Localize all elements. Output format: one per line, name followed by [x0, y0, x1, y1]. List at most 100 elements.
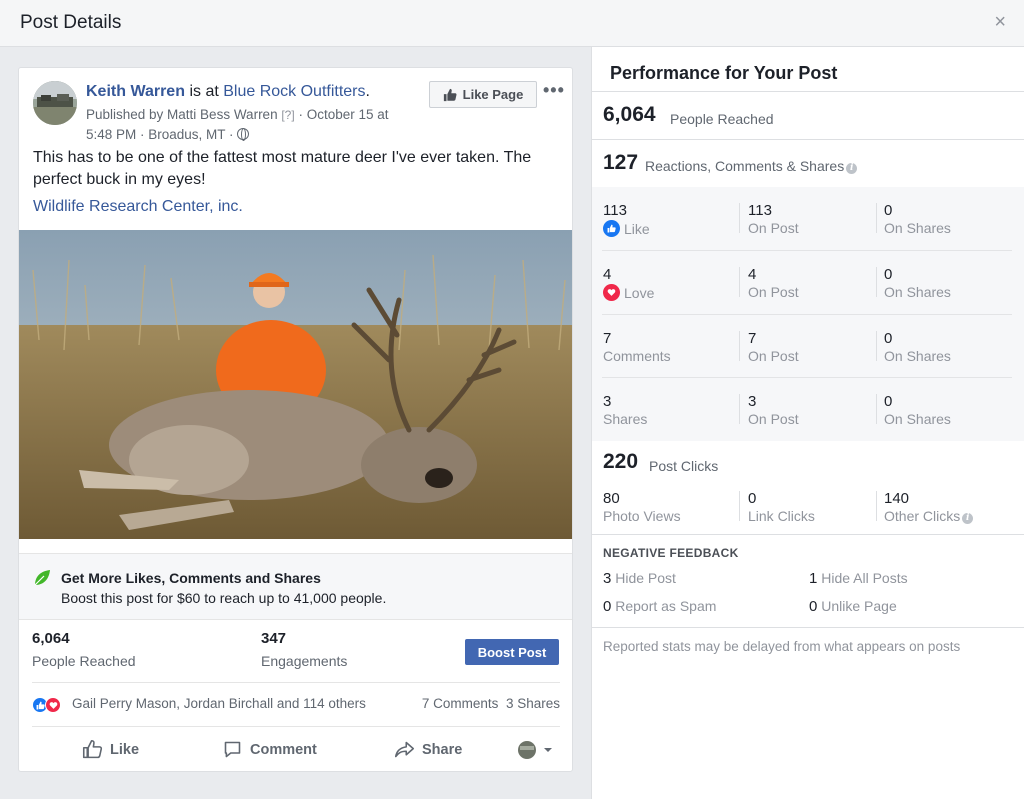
promo-title: Get More Likes, Comments and Shares	[61, 570, 321, 586]
love-label: Love	[624, 284, 655, 301]
divider	[602, 314, 1012, 315]
shares-count[interactable]: 3 Shares	[506, 696, 560, 711]
link-clicks-label: Link Clicks	[748, 508, 815, 524]
reaction-names[interactable]: Gail Perry Mason, Jordan Birchall and 11…	[72, 696, 366, 711]
divider	[739, 491, 740, 521]
love-total: 4	[603, 266, 612, 283]
share-button[interactable]: Share	[394, 739, 462, 760]
like-label: Like	[624, 220, 650, 237]
other-clicks-value: 140	[884, 490, 910, 507]
stats-footnote: Reported stats may be delayed from what …	[603, 639, 961, 654]
like-on-post-value: 113	[748, 202, 772, 219]
divider	[876, 394, 877, 424]
boost-post-button[interactable]: Boost Post	[465, 639, 559, 665]
hide-post-label: Hide Post	[615, 570, 676, 586]
heart-icon	[603, 284, 620, 301]
engagements-value: 347	[261, 630, 287, 647]
report-spam-value: 0	[603, 598, 612, 615]
love-on-post-label: On Post	[748, 284, 799, 300]
other-clicks-label-text: Other Clicks	[884, 508, 961, 524]
promo-description: Boost this post for $60 to reach up to 4…	[61, 590, 387, 606]
comment-button[interactable]: Comment	[222, 739, 317, 760]
avatar[interactable]	[33, 81, 77, 125]
like-page-button[interactable]: Like Page	[429, 81, 537, 108]
like-label: Like	[110, 741, 140, 758]
divider	[876, 267, 877, 297]
divider	[739, 267, 740, 297]
page-avatar-icon	[518, 741, 536, 759]
globe-icon	[237, 128, 250, 141]
other-clicks-label: Other Clicks i	[884, 508, 974, 524]
performance-panel: Performance for Your Post 6,064 People R…	[591, 47, 1024, 799]
love-reaction-icon	[45, 697, 61, 713]
post-photo[interactable]	[19, 230, 572, 539]
close-icon[interactable]: ×	[994, 12, 1006, 32]
love-on-shares-value: 0	[884, 266, 893, 283]
location-page-link[interactable]: Blue Rock Outfitters	[223, 83, 365, 100]
people-reached-label: People Reached	[670, 111, 774, 127]
like-icon	[603, 220, 620, 237]
shares-on-shares-value: 0	[884, 393, 893, 410]
love-row-label: Love	[603, 284, 654, 301]
help-marker[interactable]: [?]	[281, 108, 294, 122]
post-meta: Published by Matti Bess Warren [?] · Oct…	[86, 105, 416, 144]
like-total: 113	[603, 202, 627, 219]
post-as-selector[interactable]	[518, 741, 553, 759]
engagements-label: Engagements	[261, 653, 348, 669]
reached-value: 6,064	[32, 630, 70, 647]
rcs-value: 127	[603, 151, 639, 174]
like-button[interactable]: Like	[82, 739, 139, 760]
comments-on-shares-value: 0	[884, 330, 893, 347]
like-on-post-label: On Post	[748, 220, 799, 236]
divider	[592, 91, 1024, 92]
hide-all-posts-value: 1	[809, 570, 818, 587]
thumbs-up-icon	[82, 739, 103, 759]
hide-post-value: 3	[603, 570, 612, 587]
comments-on-post-label: On Post	[748, 348, 799, 364]
reaction-icons[interactable]	[32, 697, 61, 713]
shares-on-post-value: 3	[748, 393, 757, 410]
like-row-label: Like	[603, 220, 650, 237]
post-text: This has to be one of the fattest most m…	[33, 149, 532, 188]
negative-feedback-title: NEGATIVE FEEDBACK	[603, 546, 739, 560]
reaction-counts: 7 Comments 3 Shares	[422, 696, 560, 711]
hide-all-posts-label: Hide All Posts	[821, 570, 908, 586]
divider	[592, 627, 1024, 628]
comments-on-shares-label: On Shares	[884, 348, 951, 364]
like-page-label: Like Page	[462, 87, 524, 102]
divider	[592, 139, 1024, 140]
photo-views-label: Photo Views	[603, 508, 681, 524]
divider	[739, 394, 740, 424]
rcs-label-text: Reactions, Comments & Shares	[645, 158, 845, 174]
post-clicks-label: Post Clicks	[649, 458, 719, 474]
shares-on-post-label: On Post	[748, 411, 799, 427]
modal-title: Post Details	[20, 12, 122, 33]
share-label: Share	[422, 741, 463, 758]
post-clicks-value: 220	[603, 450, 639, 473]
divider	[602, 250, 1012, 251]
published-by: Published by Matti Bess Warren	[86, 107, 278, 122]
post-author-line: Keith Warren is at Blue Rock Outfitters.	[86, 83, 370, 101]
reactions-row: Gail Perry Mason, Jordan Birchall and 11…	[32, 682, 560, 724]
unlike-page-stat: 0 Unlike Page	[809, 598, 897, 615]
hide-all-posts-stat: 1 Hide All Posts	[809, 570, 908, 587]
more-options-icon[interactable]: •••	[543, 80, 565, 101]
like-on-shares-value: 0	[884, 202, 893, 219]
post-date[interactable]: · October 15 at	[298, 107, 388, 122]
post-card: Keith Warren is at Blue Rock Outfitters.…	[18, 67, 573, 772]
unlike-page-label: Unlike Page	[821, 598, 897, 614]
love-on-post-value: 4	[748, 266, 757, 283]
comments-total: 7	[603, 330, 612, 347]
divider	[739, 203, 740, 233]
unlike-page-value: 0	[809, 598, 818, 615]
link-clicks-value: 0	[748, 490, 757, 507]
info-icon[interactable]: i	[846, 163, 858, 174]
comments-count[interactable]: 7 Comments	[422, 696, 499, 711]
reached-label: People Reached	[32, 653, 136, 669]
author-name[interactable]: Keith Warren	[86, 83, 185, 100]
divider	[876, 331, 877, 361]
chevron-down-icon	[544, 748, 552, 752]
post-tag-link[interactable]: Wildlife Research Center, inc.	[33, 198, 243, 216]
divider	[739, 331, 740, 361]
info-icon[interactable]: i	[962, 513, 974, 524]
